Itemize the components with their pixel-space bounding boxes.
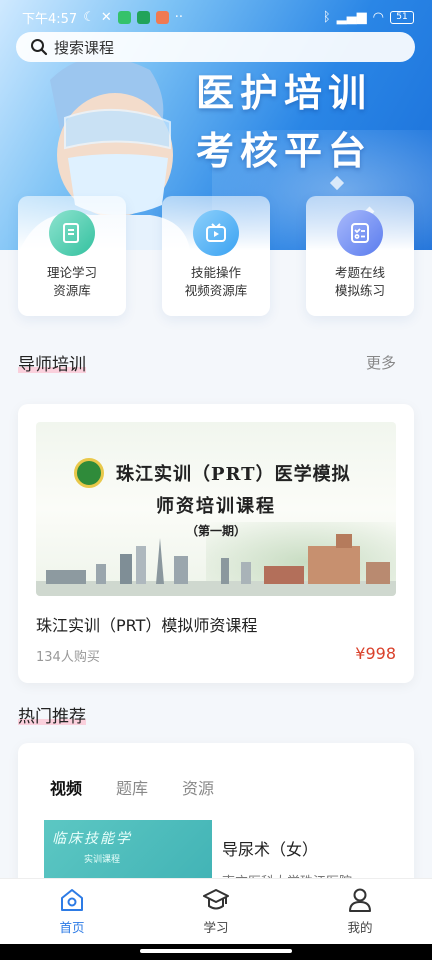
- search-bar[interactable]: 搜索课程: [16, 32, 415, 62]
- quick-entry-label: 考题在线 模拟练习: [334, 265, 385, 298]
- search-icon: [31, 39, 48, 56]
- wifi-icon: ◠: [372, 9, 384, 25]
- document-icon: [49, 210, 95, 256]
- thumbnail-title: 临床技能学: [52, 831, 132, 847]
- quick-entry-theory[interactable]: 理论学习 资源库: [18, 196, 126, 316]
- video-title[interactable]: 导尿术（女）: [222, 836, 318, 860]
- search-input[interactable]: 搜索课程: [54, 37, 114, 58]
- banner-title: 医护培训 考核平台: [196, 64, 372, 180]
- system-home-bar: [0, 944, 432, 960]
- status-time: 下午4:57: [22, 11, 78, 27]
- more-notifications-icon: ··: [174, 9, 184, 25]
- quick-entry-video[interactable]: 技能操作 视频资源库: [162, 196, 270, 316]
- nav-item-study[interactable]: 学习: [144, 879, 288, 944]
- home-indicator[interactable]: [140, 949, 292, 953]
- mute-icon: ✕: [100, 9, 112, 25]
- app-notification-icon: [155, 10, 169, 24]
- school-logo-icon: [74, 458, 104, 488]
- thumbnail-subtitle: 实训课程: [84, 855, 121, 865]
- quick-entry-label: 理论学习 资源库: [46, 265, 97, 298]
- nav-label: 我的: [347, 920, 373, 935]
- signal-icon: ▂▄▆: [336, 9, 367, 25]
- poster-subtitle: 师资培训课程: [156, 496, 276, 517]
- nav-label: 首页: [59, 920, 85, 935]
- section-title-text: 导师培训: [18, 355, 86, 375]
- section-title-text: 热门推荐: [18, 707, 86, 727]
- nav-label: 学习: [203, 920, 229, 935]
- hot-tabs: 视频 题库 资源: [50, 775, 214, 799]
- city-skyline-illustration: [36, 534, 396, 596]
- nav-item-profile[interactable]: 我的: [288, 879, 432, 944]
- bluetooth-icon: ᛒ: [322, 9, 331, 25]
- bottom-nav: 首页 学习 我的: [0, 878, 432, 944]
- course-title: 珠江实训（PRT）模拟师资课程: [36, 616, 258, 635]
- course-buyers: 134人购买: [36, 650, 100, 665]
- section-title-tutor: 导师培训: [18, 350, 86, 375]
- battery-icon: 51: [390, 10, 414, 24]
- more-link[interactable]: 更多: [366, 352, 396, 373]
- course-card[interactable]: 珠江实训（PRT）医学模拟 师资培训课程 （第一期） 珠江实训（PRT）模拟师资…: [18, 404, 414, 683]
- exam-icon: [337, 210, 383, 256]
- banner-title-line2: 考核平台: [196, 128, 373, 173]
- course-poster: 珠江实训（PRT）医学模拟 师资培训课程 （第一期）: [36, 422, 396, 596]
- quick-entry-exam[interactable]: 考题在线 模拟练习: [306, 196, 414, 316]
- poster-title: 珠江实训（PRT）医学模拟: [116, 464, 351, 485]
- video-play-icon: [193, 210, 239, 256]
- home-icon: [61, 889, 83, 911]
- graduation-cap-icon: [203, 889, 229, 910]
- shield-notification-icon: [136, 10, 150, 24]
- tab-resources[interactable]: 资源: [182, 775, 214, 799]
- tab-video[interactable]: 视频: [50, 775, 82, 799]
- tab-question-bank[interactable]: 题库: [116, 775, 148, 799]
- banner-title-line1: 医护培训: [196, 70, 373, 115]
- section-title-hot: 热门推荐: [18, 702, 86, 727]
- app-notification-icon: [117, 10, 131, 24]
- user-icon: [349, 888, 371, 912]
- course-price: ¥998: [355, 644, 396, 663]
- moon-icon: ☾: [83, 9, 95, 25]
- status-bar: 下午4:57 ☾ ✕ ·· ᛒ ▂▄▆ ◠ 51: [0, 0, 432, 34]
- nav-item-home[interactable]: 首页: [0, 879, 144, 944]
- quick-entry-label: 技能操作 视频资源库: [184, 265, 248, 298]
